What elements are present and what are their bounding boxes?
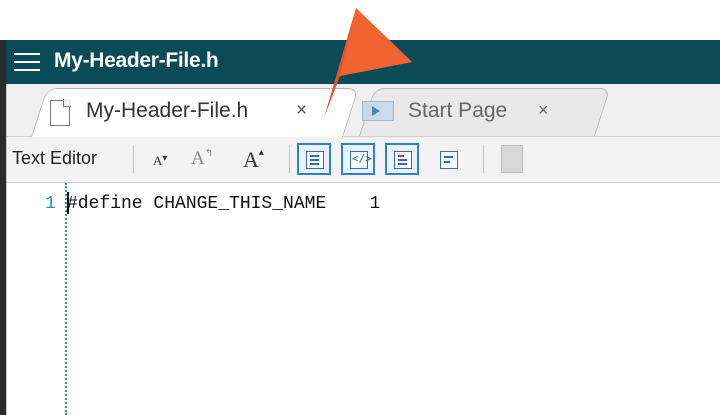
increase-font-button[interactable]: A▴ (243, 147, 264, 173)
pointer-arrow-icon (324, 8, 412, 118)
code-line[interactable]: #define CHANGE_THIS_NAME 1 (67, 194, 380, 214)
text-editor[interactable]: 1 #define CHANGE_THIS_NAME 1 (7, 183, 720, 415)
code-view-button[interactable]: </> (341, 143, 375, 175)
gutter-separator (65, 183, 67, 415)
toolbar-divider (483, 145, 484, 173)
close-tab-icon[interactable]: × (538, 100, 549, 121)
line-numbers-icon (306, 151, 324, 169)
line-numbers-button[interactable] (297, 143, 331, 175)
word-wrap-icon (440, 151, 458, 169)
reset-font-button[interactable]: A↰ (191, 148, 213, 170)
toolbar-label: Text Editor (12, 148, 98, 168)
file-icon (50, 99, 71, 126)
toolbar-divider (133, 145, 134, 173)
editor-toolbar: Text Editor A▾ A↰ A▴ </> (7, 137, 720, 183)
line-number: 1 (45, 194, 56, 214)
toolbar-divider (289, 145, 290, 173)
document-icon[interactable] (501, 145, 523, 173)
highlight-icon (394, 151, 412, 169)
hamburger-menu-icon[interactable] (14, 53, 40, 71)
highlight-button[interactable] (385, 143, 419, 175)
word-wrap-button[interactable] (431, 143, 465, 175)
window-title: My-Header-File.h (54, 49, 219, 72)
code-view-icon: </> (350, 151, 372, 169)
decrease-font-button[interactable]: A▾ (153, 153, 167, 169)
tab-label[interactable]: My-Header-File.h (86, 99, 248, 123)
